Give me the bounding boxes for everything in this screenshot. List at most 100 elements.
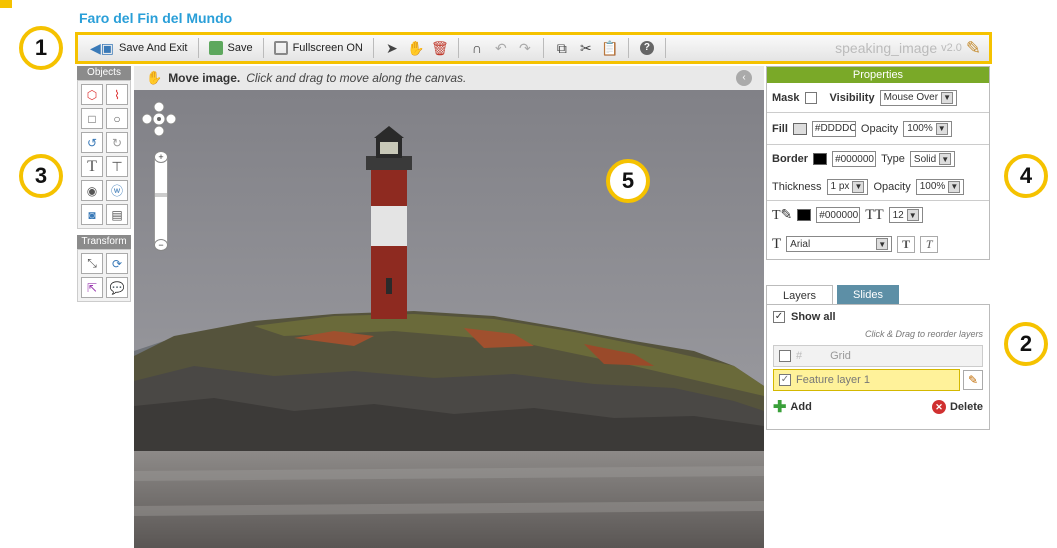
undo-icon[interactable]: ↶: [492, 39, 510, 57]
font-size-select[interactable]: 12 ▼: [888, 207, 923, 223]
border-opacity-select[interactable]: 100% ▼: [915, 178, 965, 195]
border-type-select[interactable]: Solid ▼: [909, 151, 956, 167]
callout-badge-3: 3: [19, 154, 63, 198]
font-family-value: Arial: [790, 238, 811, 250]
add-layer-button[interactable]: ✚ Add: [773, 397, 812, 417]
magnet-icon[interactable]: ∩: [468, 39, 486, 57]
redo-icon[interactable]: ↷: [516, 39, 534, 57]
save-and-exit-button[interactable]: ◀▣ Save And Exit: [86, 37, 192, 59]
layer-visibility-checkbox[interactable]: ✓: [779, 374, 791, 386]
scale-tool-icon[interactable]: ⤡: [81, 253, 103, 274]
layer-name: Grid: [830, 350, 851, 362]
text-color-icon: T✎: [772, 207, 793, 223]
polygon-tool-icon[interactable]: ⬡: [81, 84, 103, 105]
paste-icon[interactable]: 📋: [601, 39, 619, 57]
font-family-row: T Arial ▼ T T: [767, 229, 989, 259]
layer-row[interactable]: ✓ Feature layer 1: [773, 369, 960, 391]
copy-icon[interactable]: ⧉: [553, 39, 571, 57]
text-color-swatch[interactable]: [797, 209, 812, 221]
cut-icon[interactable]: ✂: [577, 39, 595, 57]
video-clapper-tool-icon[interactable]: ▤: [106, 204, 128, 225]
thickness-select[interactable]: 1 px ▼: [826, 178, 869, 195]
ellipse-tool-icon[interactable]: ○: [106, 108, 128, 129]
italic-icon[interactable]: T: [920, 235, 939, 253]
freehand-tool-icon[interactable]: ↺: [81, 132, 103, 153]
fullscreen-label: Fullscreen ON: [292, 42, 363, 54]
trash-icon[interactable]: 🗑: [431, 39, 449, 57]
hotspot-tool-icon[interactable]: ⓦ: [106, 180, 128, 201]
camera-tool-icon[interactable]: ◙: [81, 204, 103, 225]
curve-tool-icon[interactable]: ↻: [106, 132, 128, 153]
zoom-handle[interactable]: [155, 193, 167, 197]
toolbar-divider: [197, 38, 199, 58]
zoom-in-icon[interactable]: +: [154, 151, 168, 163]
fullscreen-button[interactable]: Fullscreen ON: [270, 37, 367, 59]
objects-panel: Objects ⬡ ⌇ □ ○ ↺ ↻ T ⊤ ◉ ⓦ ◙ ▤ Transfor…: [77, 66, 131, 302]
thickness-row: Thickness 1 px ▼ Opacity 100% ▼: [767, 173, 989, 201]
mask-checkbox[interactable]: [804, 91, 817, 104]
properties-title: Properties: [767, 67, 989, 83]
delete-label: Delete: [949, 401, 983, 413]
layer-row-selected[interactable]: ✓ Feature layer 1 ✎: [773, 369, 983, 391]
bold-icon[interactable]: T: [897, 235, 916, 253]
comment-tool-icon[interactable]: 💬: [106, 277, 128, 298]
fill-opacity-select[interactable]: 100% ▼: [903, 120, 952, 137]
fill-label: Fill: [772, 122, 788, 135]
font-size-icon: TT: [865, 206, 884, 223]
fill-row: Fill #DDDDC Opacity 100% ▼: [767, 113, 989, 145]
pan-control[interactable]: [141, 101, 177, 137]
chevron-down-icon: ▼: [852, 180, 865, 193]
type-label: Type: [881, 153, 905, 165]
show-all-checkbox[interactable]: ✓: [773, 311, 785, 323]
transform-panel-title: Transform: [77, 235, 131, 249]
zoom-out-icon[interactable]: −: [154, 239, 168, 251]
tab-layers[interactable]: Layers: [766, 285, 834, 305]
visibility-select[interactable]: Mouse Over ▼: [879, 89, 958, 106]
document-title: Faro del Fin del Mundo: [79, 10, 233, 26]
chevron-down-icon: ▼: [939, 153, 952, 165]
fill-color-swatch[interactable]: [792, 122, 807, 135]
fill-opacity-value: 100%: [907, 123, 933, 134]
font-family-icon: T: [772, 235, 782, 252]
border-color-swatch[interactable]: [813, 153, 828, 165]
text-color-input[interactable]: #000000: [816, 207, 861, 223]
plus-icon: ✚: [773, 399, 787, 416]
edit-pencil-icon[interactable]: ✎: [963, 370, 983, 390]
transform-tool-grid: ⤡ ⟳ ⇱ 💬: [77, 249, 131, 302]
border-row: Border #000000 Type Solid ▼: [767, 145, 989, 173]
select-arrow-icon[interactable]: ➤: [383, 39, 401, 57]
save-button[interactable]: Save: [205, 37, 257, 59]
toolbar-divider: [372, 38, 374, 58]
rectangle-tool-icon[interactable]: □: [81, 108, 103, 129]
collapse-chevron-icon[interactable]: ‹: [736, 70, 752, 86]
zoom-slider[interactable]: + −: [154, 151, 168, 251]
lighthouse-photo: [134, 66, 764, 548]
rotate-tool-icon[interactable]: ⟳: [106, 253, 128, 274]
tab-slides[interactable]: Slides: [837, 285, 899, 305]
layer-row[interactable]: # Grid: [773, 345, 983, 367]
floppy-disk-icon: [208, 41, 223, 55]
objects-panel-title: Objects: [77, 66, 131, 80]
show-all-label: Show all: [791, 311, 836, 323]
fill-color-input[interactable]: #DDDDC: [811, 120, 856, 137]
toolbar-divider: [627, 38, 629, 58]
border-label: Border: [772, 153, 809, 165]
font-family-select[interactable]: Arial ▼: [786, 236, 893, 252]
text-box-tool-icon[interactable]: ⊤: [106, 156, 128, 177]
help-icon[interactable]: ?: [638, 39, 656, 57]
add-label: Add: [790, 401, 812, 413]
resize-tool-icon[interactable]: ⇱: [81, 277, 103, 298]
hint-title: Move image.: [168, 71, 241, 85]
layer-visibility-checkbox[interactable]: [779, 350, 791, 362]
toolbar-divider: [664, 38, 666, 58]
marker-pin-tool-icon[interactable]: ◉: [81, 180, 103, 201]
polyline-tool-icon[interactable]: ⌇: [106, 84, 128, 105]
hand-move-icon[interactable]: ✋: [407, 39, 425, 57]
border-color-input[interactable]: #000000: [832, 151, 877, 167]
image-canvas[interactable]: ✋ Move image. Click and drag to move alo…: [134, 66, 764, 548]
delete-layer-button[interactable]: ✕ Delete: [931, 400, 983, 414]
save-label: Save: [227, 42, 253, 54]
exit-arrow-icon: ◀▣: [90, 39, 114, 56]
properties-panel: Properties Mask Visibility Mouse Over ▼ F…: [766, 66, 990, 260]
text-tool-icon[interactable]: T: [81, 156, 103, 177]
